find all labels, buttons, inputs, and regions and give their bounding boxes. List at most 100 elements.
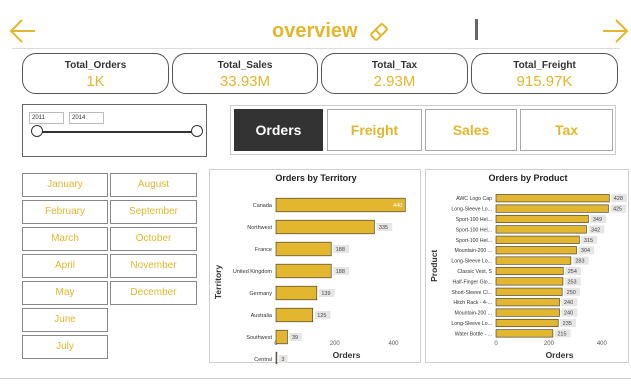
bar	[275, 197, 406, 213]
category-label: Water Bottle - ...	[455, 331, 492, 337]
arrow-left-icon	[9, 19, 35, 43]
month-april[interactable]: April	[22, 254, 108, 278]
chart-title: Orders by Territory	[275, 173, 356, 183]
month-march[interactable]: March	[22, 227, 108, 251]
bar	[275, 285, 318, 301]
bar	[495, 256, 572, 265]
bar	[275, 351, 278, 364]
data-label: 3	[281, 357, 284, 363]
category-label: Australia	[251, 313, 273, 319]
data-label: 188	[336, 269, 345, 275]
kpi-value: 1K	[86, 73, 105, 90]
bar	[495, 225, 587, 234]
data-label: 440	[393, 203, 402, 209]
category-label: Sport-100 Hel...	[456, 217, 492, 223]
category-label: Sport-100 Hel...	[456, 227, 492, 233]
data-label: 125	[317, 313, 326, 319]
x-axis-label: Orders	[546, 350, 574, 360]
data-label: 349	[593, 217, 602, 223]
bar	[495, 308, 560, 317]
slider-end-handle[interactable]	[191, 125, 203, 137]
arrow-right-icon	[603, 19, 629, 43]
month-august[interactable]: August	[110, 173, 197, 197]
month-june[interactable]: June	[22, 308, 108, 332]
header-divider	[12, 48, 620, 49]
month-may[interactable]: May	[22, 281, 108, 305]
x-tick-label: 400	[388, 341, 399, 347]
x-tick-label: 0	[494, 341, 498, 347]
data-label: 253	[567, 279, 576, 285]
kpi-card-orders: Total_Orders 1K	[22, 53, 169, 94]
data-label: 315	[584, 238, 593, 244]
data-label: 215	[557, 331, 566, 337]
data-label: 240	[564, 300, 573, 306]
data-label: 304	[581, 248, 590, 254]
x-axis-label: Orders	[333, 350, 361, 360]
prev-page-button[interactable]	[8, 16, 38, 46]
kpi-label: Total_Freight	[513, 60, 576, 71]
start-year-input[interactable]: 2011	[29, 112, 64, 124]
category-label: Central	[254, 357, 272, 363]
month-july[interactable]: July	[22, 335, 108, 359]
data-label: 283	[575, 259, 584, 265]
category-label: France	[255, 247, 272, 253]
bar	[495, 246, 577, 255]
chart-svg: Orders by TerritoryOrdersTerritory020040…	[213, 173, 406, 364]
category-label: Long-Sleeve Lo...	[451, 259, 492, 265]
tab-tax[interactable]: Tax	[520, 109, 613, 151]
kpi-card-sales: Total_Sales 33.93M	[172, 53, 318, 94]
month-december[interactable]: December	[110, 281, 197, 305]
month-october[interactable]: October	[110, 227, 197, 251]
month-september[interactable]: September	[110, 200, 197, 224]
y-axis-label: Product	[429, 250, 439, 282]
data-label: 342	[591, 227, 600, 233]
category-label: AWC Logo Cap	[456, 196, 492, 202]
bar	[495, 266, 564, 276]
data-label: 428	[614, 196, 623, 202]
tab-sales[interactable]: Sales	[425, 109, 517, 151]
kpi-card-tax: Total_Tax 2.93M	[321, 53, 468, 94]
category-label: Sport-100 Hel...	[456, 238, 492, 244]
year-range-slicer: 2011 2014	[22, 104, 207, 157]
category-label: Long-Sleeve Lo...	[451, 321, 492, 327]
category-label: Classic Vest, S	[457, 269, 492, 275]
bar	[495, 277, 564, 286]
bar	[275, 241, 332, 257]
eraser-icon[interactable]	[368, 21, 390, 43]
month-november[interactable]: November	[110, 254, 197, 278]
data-label: 188	[336, 247, 345, 253]
slider-start-handle[interactable]	[31, 125, 43, 137]
data-label: 254	[568, 269, 577, 275]
bar	[275, 307, 314, 323]
month-january[interactable]: January	[22, 173, 108, 197]
tab-freight[interactable]: Freight	[327, 109, 422, 151]
bar	[495, 329, 554, 338]
x-tick-label: 200	[330, 341, 341, 347]
bar	[275, 219, 375, 235]
category-label: Long-Sleeve Lo...	[451, 207, 492, 213]
category-label: Northwest	[247, 225, 272, 231]
bar	[275, 329, 288, 345]
orders-by-territory-chart: Orders by TerritoryOrdersTerritory020040…	[209, 169, 421, 364]
tab-orders[interactable]: Orders	[234, 109, 323, 151]
month-february[interactable]: February	[22, 200, 108, 224]
kpi-label: Total_Sales	[217, 60, 273, 71]
next-page-button[interactable]	[600, 16, 630, 46]
kpi-value: 33.93M	[219, 73, 271, 90]
y-axis-label: Territory	[213, 265, 223, 300]
end-year-input[interactable]: 2014	[69, 112, 104, 124]
category-label: Mountain-200 ...	[455, 311, 493, 317]
data-label: 240	[564, 311, 573, 317]
bottom-divider	[0, 378, 631, 379]
category-label: Germany	[249, 291, 272, 297]
title-area: overview	[272, 20, 390, 43]
orders-by-product-chart: Orders by Product Orders Product 0 200 400 AWC…	[425, 169, 629, 363]
bar	[495, 287, 563, 296]
category-label: Mountain-200 ...	[455, 248, 493, 254]
bar	[495, 204, 609, 213]
bar	[495, 318, 559, 328]
x-tick-label: 400	[597, 341, 608, 347]
category-label: Southwest	[246, 335, 272, 341]
bar	[495, 298, 560, 307]
slider-track[interactable]	[37, 131, 197, 133]
